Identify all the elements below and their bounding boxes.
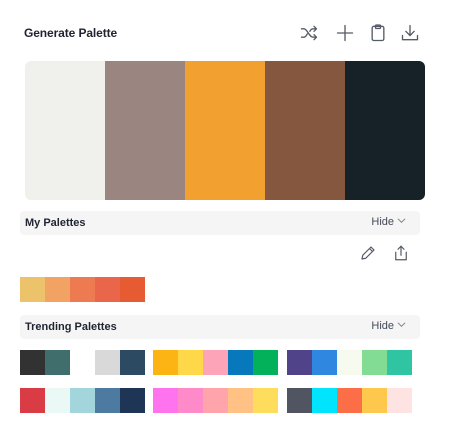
color-swatch[interactable] (120, 277, 145, 302)
edit-button[interactable] (358, 245, 378, 265)
color-swatch[interactable] (253, 350, 278, 375)
color-swatch[interactable] (45, 277, 70, 302)
color-swatch[interactable] (287, 350, 312, 375)
color-swatch[interactable] (337, 350, 362, 375)
shuffle-icon (299, 23, 319, 48)
my-palette-item[interactable] (20, 277, 145, 302)
color-swatch[interactable] (203, 388, 228, 413)
color-swatch[interactable] (287, 388, 312, 413)
color-swatch[interactable] (45, 388, 70, 413)
color-swatch[interactable] (70, 277, 95, 302)
color-swatch[interactable] (312, 388, 337, 413)
color-swatch[interactable] (45, 350, 70, 375)
color-swatch[interactable] (387, 350, 412, 375)
copy-button[interactable] (367, 23, 389, 48)
color-swatch[interactable] (153, 350, 178, 375)
color-swatch[interactable] (25, 61, 105, 200)
chevron-down-icon (397, 216, 406, 228)
share-icon (392, 244, 410, 267)
color-swatch[interactable] (20, 277, 45, 302)
edit-pencil-icon (359, 244, 377, 267)
my-palettes-header: My Palettes Hide (20, 211, 420, 235)
color-swatch[interactable] (253, 388, 278, 413)
download-icon (400, 23, 420, 48)
color-swatch[interactable] (337, 388, 362, 413)
color-swatch[interactable] (153, 388, 178, 413)
color-swatch[interactable] (228, 388, 253, 413)
trending-palettes-title: Trending Palettes (25, 321, 117, 333)
add-palette-button[interactable] (334, 24, 356, 46)
color-swatch[interactable] (20, 388, 45, 413)
generated-palette[interactable] (25, 61, 425, 200)
shuffle-button[interactable] (298, 24, 320, 46)
color-swatch[interactable] (265, 61, 345, 200)
color-swatch[interactable] (203, 350, 228, 375)
color-swatch[interactable] (178, 388, 203, 413)
chevron-down-icon (397, 320, 406, 332)
trending-palette-item[interactable] (20, 388, 145, 413)
color-swatch[interactable] (185, 61, 265, 200)
color-swatch[interactable] (70, 350, 95, 375)
hide-label: Hide (371, 216, 394, 228)
color-swatch[interactable] (387, 388, 412, 413)
download-button[interactable] (399, 24, 421, 46)
my-palettes-hide-toggle[interactable]: Hide (371, 216, 406, 228)
clipboard-icon (368, 23, 388, 48)
trending-palettes-header: Trending Palettes Hide (20, 315, 420, 339)
color-swatch[interactable] (20, 350, 45, 375)
trending-palette-item[interactable] (153, 388, 278, 413)
color-swatch[interactable] (362, 350, 387, 375)
color-swatch[interactable] (362, 388, 387, 413)
trending-palette-item[interactable] (287, 388, 412, 413)
color-swatch[interactable] (120, 350, 145, 375)
color-swatch[interactable] (95, 350, 120, 375)
trending-palettes-hide-toggle[interactable]: Hide (371, 320, 406, 332)
trending-palette-item[interactable] (20, 350, 145, 375)
color-swatch[interactable] (70, 388, 95, 413)
color-swatch[interactable] (345, 61, 425, 200)
color-swatch[interactable] (105, 61, 185, 200)
color-swatch[interactable] (120, 388, 145, 413)
color-swatch[interactable] (95, 277, 120, 302)
my-palettes-title: My Palettes (25, 217, 86, 229)
trending-palette-item[interactable] (153, 350, 278, 375)
page-title: Generate Palette (24, 26, 118, 40)
color-swatch[interactable] (312, 350, 337, 375)
color-swatch[interactable] (228, 350, 253, 375)
share-button[interactable] (391, 245, 411, 265)
plus-icon (335, 23, 355, 48)
color-swatch[interactable] (178, 350, 203, 375)
color-swatch[interactable] (95, 388, 120, 413)
trending-palette-item[interactable] (287, 350, 412, 375)
hide-label: Hide (371, 320, 394, 332)
